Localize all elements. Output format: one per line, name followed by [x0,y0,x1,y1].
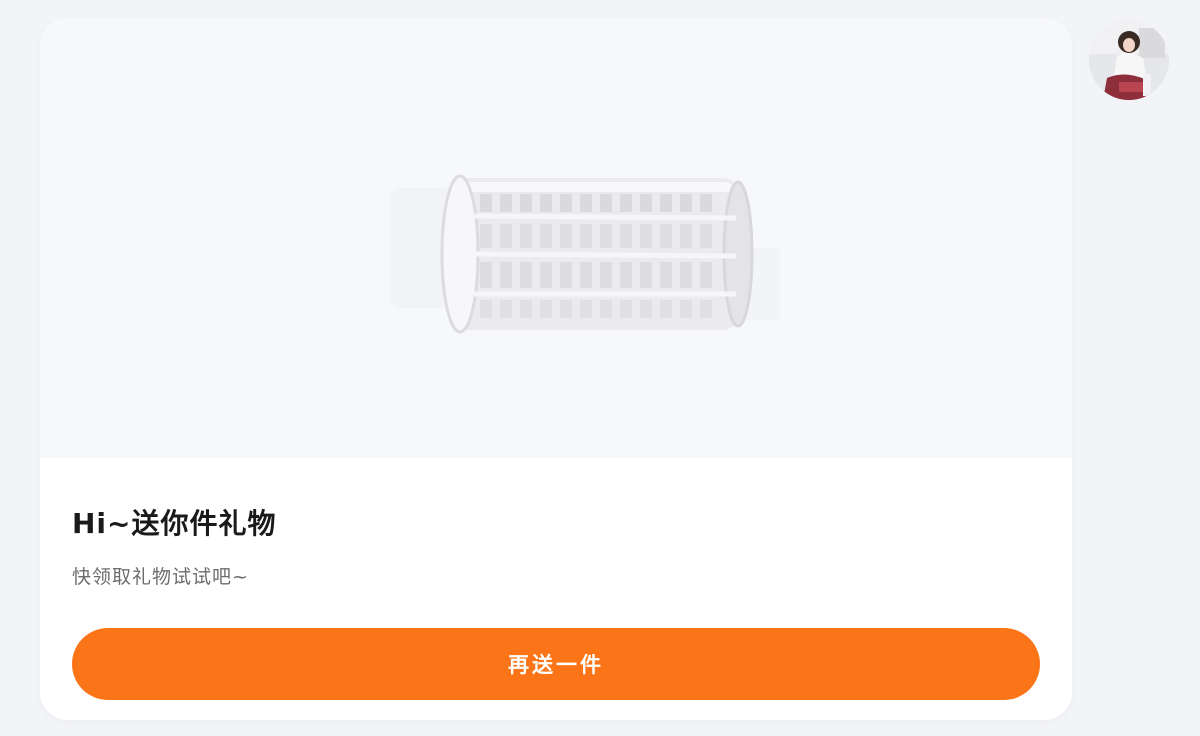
user-avatar[interactable] [1089,20,1169,100]
cylindrical-cage-gift-icon [390,174,780,334]
gift-message-body: Hi~送你件礼物 快领取礼物试试吧~ 再送一件 [40,458,1072,720]
chat-screen: Hi~送你件礼物 快领取礼物试试吧~ 再送一件 [0,0,1200,736]
gift-subtitle: 快领取礼物试试吧~ [72,566,249,588]
gift-message-card: Hi~送你件礼物 快领取礼物试试吧~ 再送一件 [40,18,1072,720]
user-avatar-photo [1089,20,1169,100]
send-another-gift-button[interactable]: 再送一件 [72,628,1040,700]
gift-title: Hi~送你件礼物 [72,507,277,540]
gift-preview-area [40,18,1072,458]
